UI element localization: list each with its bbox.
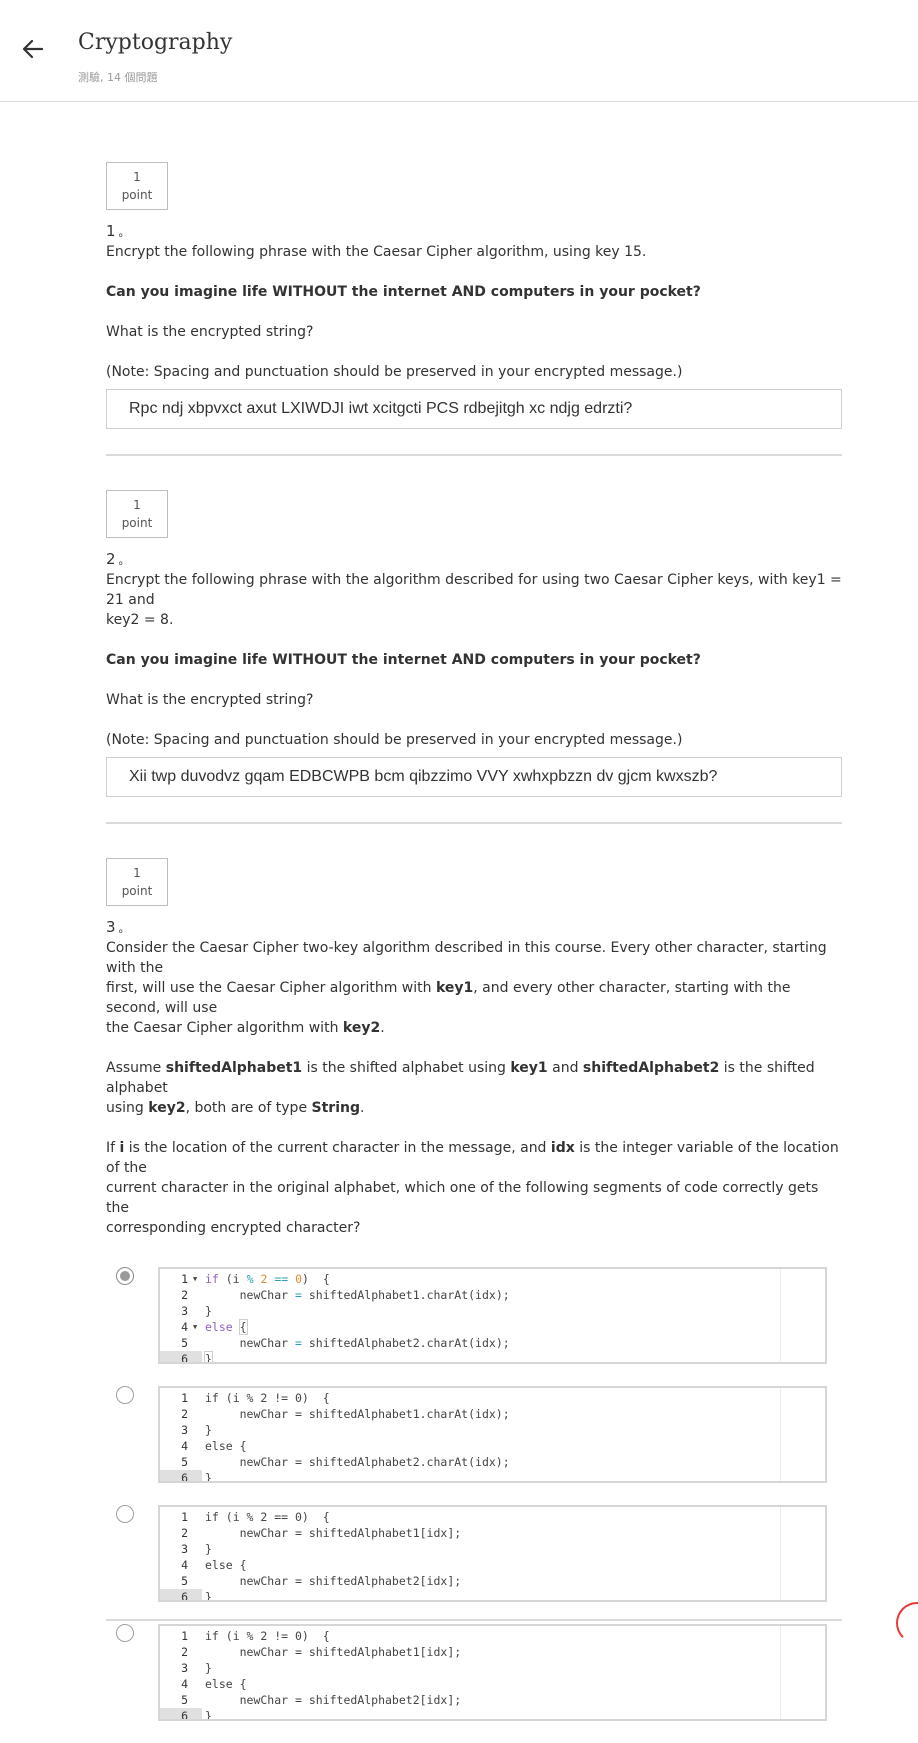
- code-line: 2 newChar = shiftedAlphabet1.charAt(idx)…: [181, 1407, 510, 1421]
- code-line: 6}: [160, 1351, 825, 1362]
- answer-option-2: 1 if (i % 2 != 0) { 2 newChar = shiftedAl…: [106, 1386, 842, 1483]
- loading-spinner-icon: [896, 1602, 918, 1644]
- code-line: 2 newChar = shiftedAlphabet1.charAt(idx)…: [181, 1288, 510, 1302]
- answer-option-3: 1 if (i % 2 == 0) { 2 newChar = shiftedAl…: [106, 1505, 842, 1602]
- code-line: 5 newChar = shiftedAlphabet2.charAt(idx)…: [181, 1455, 510, 1469]
- radio-button[interactable]: [116, 1386, 134, 1404]
- question-note: (Note: Spacing and punctuation should be…: [106, 732, 683, 748]
- points-unit: point: [121, 516, 153, 530]
- page-header: Cryptography 測驗, 14 個問題: [0, 0, 918, 102]
- radio-button-selected[interactable]: [116, 1267, 134, 1285]
- question-3: 1 point 3。 Consider the Caesar Cipher tw…: [106, 858, 842, 1721]
- code-line: 3}: [181, 1304, 212, 1318]
- code-line: 2 newChar = shiftedAlphabet1[idx];: [181, 1645, 462, 1659]
- points-badge: 1 point: [106, 858, 168, 906]
- code-line: 1 if (i % 2 != 0) {: [181, 1391, 330, 1405]
- radio-button[interactable]: [116, 1505, 134, 1523]
- question-number: 3。: [106, 918, 130, 936]
- code-line: 1 if (i % 2 == 0) {: [181, 1510, 330, 1524]
- question-1: 1 point 1。 Encrypt the following phrase …: [106, 100, 842, 456]
- question-paragraph-3: If i is the location of the current char…: [106, 1140, 839, 1236]
- fold-arrow-icon[interactable]: ▼: [193, 1319, 197, 1335]
- points-badge: 1 point: [106, 490, 168, 538]
- question-ask: What is the encrypted string?: [106, 324, 314, 340]
- page-title: Cryptography: [78, 30, 233, 55]
- quiz-content: 1 point 1。 Encrypt the following phrase …: [106, 100, 842, 1743]
- question-prompt-line1: Encrypt the following phrase with the al…: [106, 572, 842, 608]
- answer-field[interactable]: Xii twp duvodvz gqam EDBCWPB bcm qibzzim…: [106, 757, 842, 797]
- answer-options: 1 ▼ if (i % 2 == 0) { 2 newChar = shiftedA…: [106, 1267, 842, 1721]
- code-line: 3}: [181, 1423, 212, 1437]
- question-2: 1 point 2。 Encrypt the following phrase …: [106, 490, 842, 824]
- code-line: 5 newChar = shiftedAlphabet2[idx];: [181, 1574, 462, 1588]
- code-line: 3}: [181, 1542, 212, 1556]
- divider: [106, 822, 842, 824]
- points-badge: 1 point: [106, 162, 168, 210]
- points-unit: point: [121, 884, 153, 898]
- code-line: 1 if (i % 2 != 0) {: [181, 1629, 330, 1643]
- code-editor[interactable]: 1 if (i % 2 != 0) { 2 newChar = shiftedAl…: [158, 1624, 827, 1721]
- page-subtitle: 測驗, 14 個問題: [78, 71, 158, 84]
- question-number: 2。: [106, 550, 130, 568]
- question-prompt-line2: key2 = 8.: [106, 612, 174, 628]
- code-line: 6}: [160, 1470, 825, 1481]
- code-line: 4 ▼ else {: [181, 1319, 248, 1335]
- answer-option-1: 1 ▼ if (i % 2 == 0) { 2 newChar = shiftedA…: [106, 1267, 842, 1364]
- points-unit: point: [121, 188, 153, 202]
- code-line: 6}: [160, 1589, 825, 1600]
- code-editor[interactable]: 1 if (i % 2 == 0) { 2 newChar = shiftedAl…: [158, 1505, 827, 1602]
- code-line: 4 else {: [181, 1558, 247, 1572]
- code-line: 5 newChar = shiftedAlphabet2[idx];: [181, 1693, 462, 1707]
- code-line: 4 else {: [181, 1677, 247, 1691]
- divider: [106, 454, 842, 456]
- code-line: 2 newChar = shiftedAlphabet1[idx];: [181, 1526, 462, 1540]
- code-line: 5 newChar = shiftedAlphabet2.charAt(idx)…: [181, 1336, 510, 1350]
- question-paragraph-1: Consider the Caesar Cipher two-key algor…: [106, 940, 827, 1036]
- question-ask: What is the encrypted string?: [106, 692, 314, 708]
- question-phrase: Can you imagine life WITHOUT the interne…: [106, 652, 701, 668]
- code-line: 4 else {: [181, 1439, 247, 1453]
- code-editor[interactable]: 1 if (i % 2 != 0) { 2 newChar = shiftedAl…: [158, 1386, 827, 1483]
- question-paragraph-2: Assume shiftedAlphabet1 is the shifted a…: [106, 1060, 815, 1116]
- points-value: 1: [133, 866, 141, 880]
- code-line: 6}: [160, 1708, 825, 1719]
- points-value: 1: [133, 170, 141, 184]
- divider: [106, 1619, 842, 1621]
- code-line: 3}: [181, 1661, 212, 1675]
- question-phrase: Can you imagine life WITHOUT the interne…: [106, 284, 701, 300]
- question-note: (Note: Spacing and punctuation should be…: [106, 364, 683, 380]
- question-prompt: Encrypt the following phrase with the Ca…: [106, 244, 647, 260]
- points-value: 1: [133, 498, 141, 512]
- answer-option-4: 1 if (i % 2 != 0) { 2 newChar = shiftedAl…: [106, 1624, 842, 1721]
- arrow-left-icon: [22, 39, 44, 59]
- code-line: 1 ▼ if (i % 2 == 0) {: [181, 1271, 330, 1287]
- back-button[interactable]: [18, 34, 48, 64]
- fold-arrow-icon[interactable]: ▼: [193, 1271, 197, 1287]
- answer-field[interactable]: Rpc ndj xbpvxct axut LXIWDJI iwt xcitgct…: [106, 389, 842, 429]
- code-editor[interactable]: 1 ▼ if (i % 2 == 0) { 2 newChar = shiftedA…: [158, 1267, 827, 1364]
- radio-button[interactable]: [116, 1624, 134, 1642]
- question-number: 1。: [106, 222, 130, 240]
